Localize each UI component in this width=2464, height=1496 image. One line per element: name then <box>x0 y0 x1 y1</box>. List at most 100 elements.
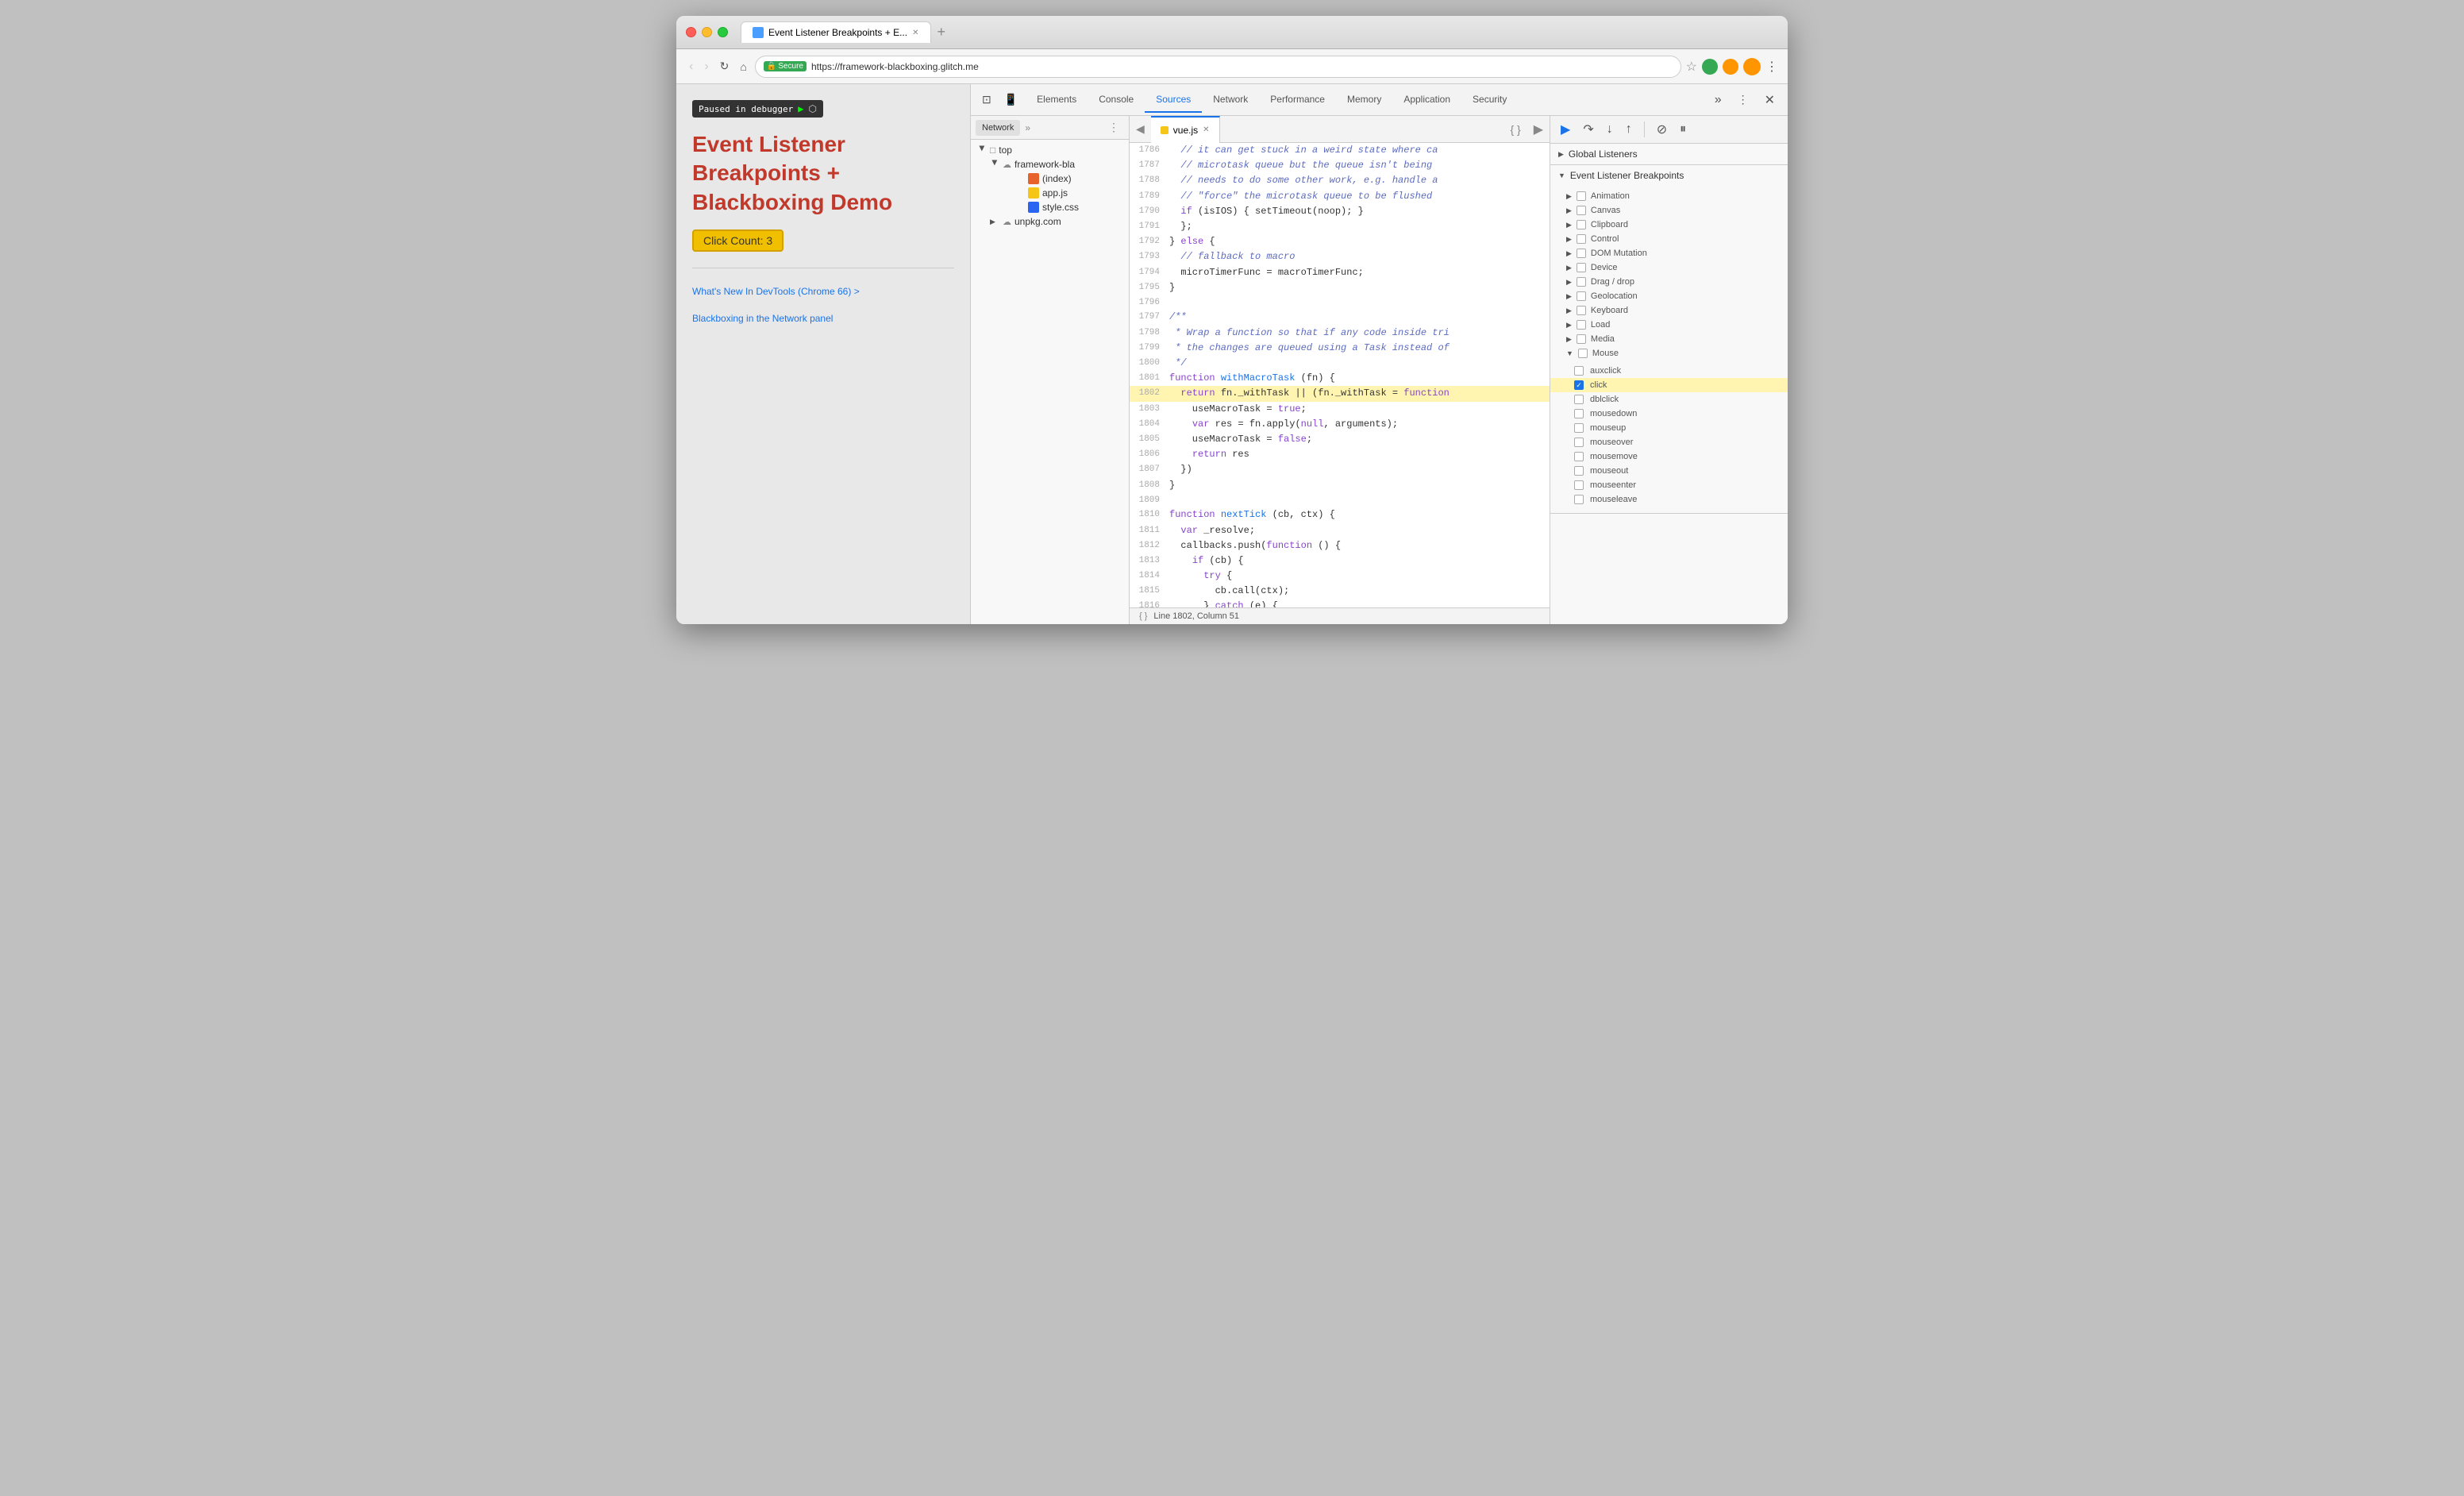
bp-checkbox-geolocation[interactable] <box>1577 291 1586 301</box>
bp-dom-mutation[interactable]: ▶ DOM Mutation <box>1550 246 1788 260</box>
blackboxing-link[interactable]: Blackboxing in the Network panel <box>692 311 954 326</box>
inspect-element-button[interactable]: ⊡ <box>977 90 996 110</box>
sources-more-icon[interactable]: » <box>1023 121 1032 135</box>
devtools-settings-icon[interactable]: ⋮ <box>1731 90 1755 110</box>
mouse-item-mouseleave[interactable]: mouseleave <box>1550 492 1788 507</box>
bp-keyboard[interactable]: ▶ Keyboard <box>1550 303 1788 318</box>
code-area[interactable]: 1786 // it can get stuck in a weird stat… <box>1130 143 1550 607</box>
mouse-item-mouseenter[interactable]: mouseenter <box>1550 478 1788 492</box>
blackbox-button[interactable]: ⊘ <box>1653 119 1671 140</box>
event-breakpoints-header[interactable]: ▼ Event Listener Breakpoints <box>1550 165 1788 186</box>
network-tab[interactable]: Network <box>976 120 1020 136</box>
bp-checkbox-device[interactable] <box>1577 263 1586 272</box>
tab-close-icon[interactable]: ✕ <box>912 29 918 37</box>
bp-checkbox-canvas[interactable] <box>1577 206 1586 215</box>
home-button[interactable]: ⌂ <box>737 57 749 76</box>
blackbox-icon[interactable]: ⬡ <box>808 103 816 114</box>
resume-icon[interactable]: ▶ <box>798 103 803 114</box>
devtools-link[interactable]: What's New In DevTools (Chrome 66) > <box>692 284 954 299</box>
bookmark-icon[interactable]: ☆ <box>1686 59 1697 75</box>
profile-icon[interactable] <box>1743 58 1761 75</box>
mouse-item-click[interactable]: ✓ click <box>1550 378 1788 392</box>
browser-tab[interactable]: Event Listener Breakpoints + E... ✕ <box>741 21 931 43</box>
tab-elements[interactable]: Elements <box>1026 87 1088 113</box>
bp-device[interactable]: ▶ Device <box>1550 260 1788 275</box>
editor-tab-nav-left[interactable]: ◀ <box>1130 119 1151 139</box>
more-tabs-icon[interactable]: » <box>1708 90 1728 110</box>
mouse-item-mousedown[interactable]: mousedown <box>1550 407 1788 421</box>
step-over-button[interactable]: ↷ <box>1579 119 1597 140</box>
mouse-item-mouseover[interactable]: mouseover <box>1550 435 1788 449</box>
tree-item-stylecss[interactable]: style.css <box>971 200 1129 214</box>
bp-checkbox-animation[interactable] <box>1577 191 1586 201</box>
bp-checkbox-mouse[interactable] <box>1578 349 1588 358</box>
format-button[interactable]: { } <box>1503 120 1527 139</box>
tab-network[interactable]: Network <box>1202 87 1259 113</box>
mouse-item-mouseout[interactable]: mouseout <box>1550 464 1788 478</box>
mouse-item-mousemove[interactable]: mousemove <box>1550 449 1788 464</box>
tab-application[interactable]: Application <box>1392 87 1461 113</box>
bp-checkbox-mouseleave[interactable] <box>1574 495 1584 504</box>
bp-drag-drop[interactable]: ▶ Drag / drop <box>1550 275 1788 289</box>
bp-geolocation[interactable]: ▶ Geolocation <box>1550 289 1788 303</box>
reload-button[interactable]: ↻ <box>717 56 733 76</box>
tree-item-unpkg[interactable]: ▶ ☁ unpkg.com <box>971 214 1129 229</box>
new-tab-button[interactable]: + <box>931 24 953 40</box>
tab-memory[interactable]: Memory <box>1336 87 1392 113</box>
bp-canvas[interactable]: ▶ Canvas <box>1550 203 1788 218</box>
sources-menu-icon[interactable]: ⋮ <box>1103 119 1124 136</box>
step-into-button[interactable]: ↓ <box>1603 120 1617 139</box>
bp-checkbox-mouseout[interactable] <box>1574 466 1584 476</box>
step-out-button[interactable]: ↑ <box>1622 120 1636 139</box>
bp-clipboard[interactable]: ▶ Clipboard <box>1550 218 1788 232</box>
pause-button[interactable]: ⏸ <box>1676 120 1690 139</box>
extension-icon-1[interactable] <box>1702 59 1718 75</box>
maximize-button[interactable] <box>718 27 728 37</box>
tree-item-appjs[interactable]: app.js <box>971 186 1129 200</box>
global-listeners-header[interactable]: ▶ Global Listeners <box>1550 144 1788 164</box>
forward-button[interactable]: › <box>701 56 711 77</box>
bp-checkbox-mousedown[interactable] <box>1574 409 1584 418</box>
bp-checkbox-auxclick[interactable] <box>1574 366 1584 376</box>
devtools-close-button[interactable]: ✕ <box>1758 89 1781 111</box>
editor-tab-close-icon[interactable]: ✕ <box>1203 125 1209 134</box>
minimize-button[interactable] <box>702 27 712 37</box>
tab-sources[interactable]: Sources <box>1145 87 1202 113</box>
bp-checkbox-keyboard[interactable] <box>1577 306 1586 315</box>
bp-checkbox-mousemove[interactable] <box>1574 452 1584 461</box>
tree-item-index[interactable]: (index) <box>971 172 1129 186</box>
mouse-item-auxclick[interactable]: auxclick <box>1550 364 1788 378</box>
bp-checkbox-media[interactable] <box>1577 334 1586 344</box>
tab-console[interactable]: Console <box>1088 87 1145 113</box>
right-panel-scroll[interactable]: ▶ Global Listeners ▼ Event Listener Brea… <box>1550 144 1788 624</box>
bp-checkbox-click[interactable]: ✓ <box>1574 380 1584 390</box>
bp-checkbox-mouseover[interactable] <box>1574 438 1584 447</box>
extension-icon-2[interactable] <box>1723 59 1738 75</box>
bp-checkbox-dom-mutation[interactable] <box>1577 249 1586 258</box>
run-button[interactable]: ▶ <box>1527 118 1550 141</box>
mouse-item-mouseup[interactable]: mouseup <box>1550 421 1788 435</box>
bp-control[interactable]: ▶ Control <box>1550 232 1788 246</box>
editor-tab-vuejs[interactable]: vue.js ✕ <box>1151 116 1220 143</box>
close-button[interactable] <box>686 27 696 37</box>
back-button[interactable]: ‹ <box>686 56 696 77</box>
device-toolbar-button[interactable]: 📱 <box>999 90 1022 110</box>
mouse-item-dblclick[interactable]: dblclick <box>1550 392 1788 407</box>
url-bar[interactable]: 🔒 Secure https://framework-blackboxing.g… <box>755 56 1681 78</box>
bp-load[interactable]: ▶ Load <box>1550 318 1788 332</box>
format-icon[interactable]: { } <box>1139 611 1147 621</box>
tab-performance[interactable]: Performance <box>1259 87 1336 113</box>
tree-item-framework[interactable]: ▶ ☁ framework-bla <box>971 157 1129 172</box>
tab-security[interactable]: Security <box>1461 87 1518 113</box>
bp-checkbox-control[interactable] <box>1577 234 1586 244</box>
bp-media[interactable]: ▶ Media <box>1550 332 1788 346</box>
resume-button[interactable]: ▶ <box>1557 119 1574 140</box>
bp-mouse[interactable]: ▼ Mouse <box>1550 346 1788 361</box>
bp-checkbox-load[interactable] <box>1577 320 1586 330</box>
bp-checkbox-drag-drop[interactable] <box>1577 277 1586 287</box>
bp-checkbox-dblclick[interactable] <box>1574 395 1584 404</box>
bp-animation[interactable]: ▶ Animation <box>1550 189 1788 203</box>
tree-item-top[interactable]: ▶ □ top <box>971 143 1129 157</box>
bp-checkbox-mouseup[interactable] <box>1574 423 1584 433</box>
bp-checkbox-clipboard[interactable] <box>1577 220 1586 229</box>
